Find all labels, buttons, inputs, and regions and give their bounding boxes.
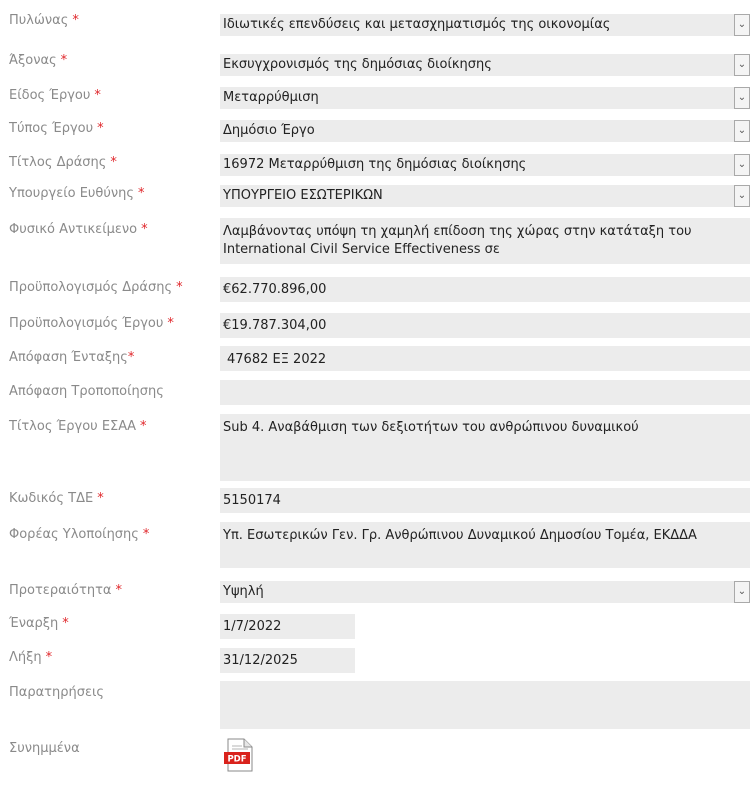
label-pylonas: Πυλώνας * (9, 13, 79, 28)
proyp-ergou-field[interactable]: €19.787.304,00 (220, 313, 750, 338)
label-paratiriseis: Παρατηρήσεις (9, 685, 105, 700)
eidos-ergou-value: Μεταρρύθμιση (223, 90, 319, 105)
label-kodikos-tde: Κωδικός ΤΔΕ * (9, 491, 104, 506)
label-apofasi-tropopoiisis: Απόφαση Τροποποίησης (9, 384, 164, 399)
titlos-drasis-value: 16972 Μεταρρύθμιση της δημόσιας διοίκηση… (223, 157, 527, 172)
proteraiotita-select[interactable]: Υψηλή ⌄ (220, 581, 750, 603)
apofasi-entaxis-field[interactable]: 47682 ΕΞ 2022 (220, 346, 750, 371)
label-fysiko: Φυσικό Αντικείμενο * (9, 222, 148, 237)
chevron-down-icon[interactable]: ⌄ (734, 87, 750, 109)
attachments-area (220, 738, 750, 802)
label-eidos-ergou: Είδος Έργου * (9, 88, 101, 103)
titlos-drasis-select[interactable]: 16972 Μεταρρύθμιση της δημόσιας διοίκηση… (220, 154, 750, 176)
required-mark: * (140, 419, 147, 434)
label-apofasi-entaxis: Απόφαση Ένταξης* (9, 350, 135, 365)
required-mark: * (45, 650, 53, 665)
enarxi-value: 1/7/2022 (223, 619, 282, 634)
apofasi-entaxis-value: 47682 ΕΞ 2022 (227, 352, 327, 367)
required-mark: * (110, 155, 117, 170)
label-synimmena: Συνημμένα (9, 741, 80, 756)
titlos-esaa-value: Sub 4. Αναβάθμιση των δεξιοτήτων του ανθ… (223, 420, 639, 435)
kodikos-tde-field[interactable]: 5150174 (220, 488, 750, 513)
proyp-ergou-value: €19.787.304,00 (223, 318, 327, 333)
chevron-down-icon[interactable]: ⌄ (734, 154, 750, 176)
ypourgeio-select[interactable]: ΥΠΟΥΡΓΕΙΟ ΕΣΩΤΕΡΙΚΩΝ ⌄ (220, 185, 750, 207)
enarxi-date-field[interactable]: 1/7/2022 (220, 614, 355, 639)
apofasi-tropopoiisis-field[interactable] (220, 380, 750, 405)
label-proyp-drasis: Προϋπολογισμός Δράσης * (9, 280, 183, 295)
kodikos-tde-value: 5150174 (223, 493, 281, 508)
required-mark: * (97, 121, 104, 136)
typos-ergou-select[interactable]: Δημόσιο Έργο ⌄ (220, 120, 750, 142)
chevron-down-icon[interactable]: ⌄ (734, 54, 750, 76)
eidos-ergou-select[interactable]: Μεταρρύθμιση ⌄ (220, 87, 750, 109)
required-mark: * (94, 88, 101, 103)
required-mark: * (167, 316, 174, 331)
paratiriseis-textarea[interactable] (220, 681, 750, 729)
required-mark: * (127, 350, 135, 365)
pdf-file-icon[interactable]: PDF (222, 738, 258, 772)
axonas-value: Εκσυγχρονισμός της δημόσιας διοίκησης (223, 57, 492, 72)
required-mark: * (138, 186, 145, 201)
required-mark: * (176, 280, 183, 295)
label-titlos-drasis: Τίτλος Δράσης * (9, 155, 117, 170)
label-ypourgeio: Υπουργείο Ευθύνης * (9, 186, 145, 201)
proteraiotita-value: Υψηλή (223, 584, 264, 599)
pylonas-select[interactable]: Ιδιωτικές επενδύσεις και μετασχηματισμός… (220, 14, 750, 36)
label-axonas: Άξονας * (9, 53, 68, 68)
required-mark: * (142, 527, 150, 542)
typos-ergou-value: Δημόσιο Έργο (223, 123, 315, 138)
fysiko-value: Λαμβάνοντας υπόψη τη χαμηλή επίδοση της … (223, 224, 692, 257)
pylonas-value: Ιδιωτικές επενδύσεις και μετασχηματισμός… (223, 17, 611, 32)
chevron-down-icon[interactable]: ⌄ (734, 581, 750, 603)
label-proyp-ergou: Προϋπολογισμός Έργου * (9, 316, 174, 331)
required-mark: * (115, 583, 122, 598)
fysiko-textarea[interactable]: Λαμβάνοντας υπόψη τη χαμηλή επίδοση της … (220, 218, 750, 264)
label-titlos-esaa: Τίτλος Έργου ΕΣΑΑ * (9, 419, 147, 434)
label-lixi: Λήξη * (9, 650, 53, 665)
lixi-date-field[interactable]: 31/12/2025 (220, 648, 355, 673)
chevron-down-icon[interactable]: ⌄ (734, 14, 750, 36)
required-mark: * (60, 53, 68, 68)
foreas-value: Υπ. Εσωτερικών Γεν. Γρ. Ανθρώπινου Δυναμ… (223, 528, 697, 543)
ypourgeio-value: ΥΠΟΥΡΓΕΙΟ ΕΣΩΤΕΡΙΚΩΝ (223, 188, 383, 203)
lixi-value: 31/12/2025 (223, 653, 298, 668)
label-proteraiotita: Προτεραιότητα * (9, 583, 122, 598)
required-mark: * (62, 616, 69, 631)
axonas-select[interactable]: Εκσυγχρονισμός της δημόσιας διοίκησης ⌄ (220, 54, 750, 76)
required-mark: * (97, 491, 104, 506)
label-foreas: Φορέας Υλοποίησης * (9, 527, 150, 542)
label-enarxi: Έναρξη * (9, 616, 69, 631)
required-mark: * (141, 222, 148, 237)
chevron-down-icon[interactable]: ⌄ (734, 185, 750, 207)
foreas-textarea[interactable]: Υπ. Εσωτερικών Γεν. Γρ. Ανθρώπινου Δυναμ… (220, 522, 750, 568)
proyp-drasis-value: €62.770.896,00 (223, 282, 327, 297)
pdf-badge-text: PDF (227, 755, 246, 765)
label-typos-ergou: Τύπος Έργου * (9, 121, 104, 136)
required-mark: * (72, 13, 79, 28)
chevron-down-icon[interactable]: ⌄ (734, 120, 750, 142)
titlos-esaa-textarea[interactable]: Sub 4. Αναβάθμιση των δεξιοτήτων του ανθ… (220, 414, 750, 481)
proyp-drasis-field[interactable]: €62.770.896,00 (220, 277, 750, 302)
